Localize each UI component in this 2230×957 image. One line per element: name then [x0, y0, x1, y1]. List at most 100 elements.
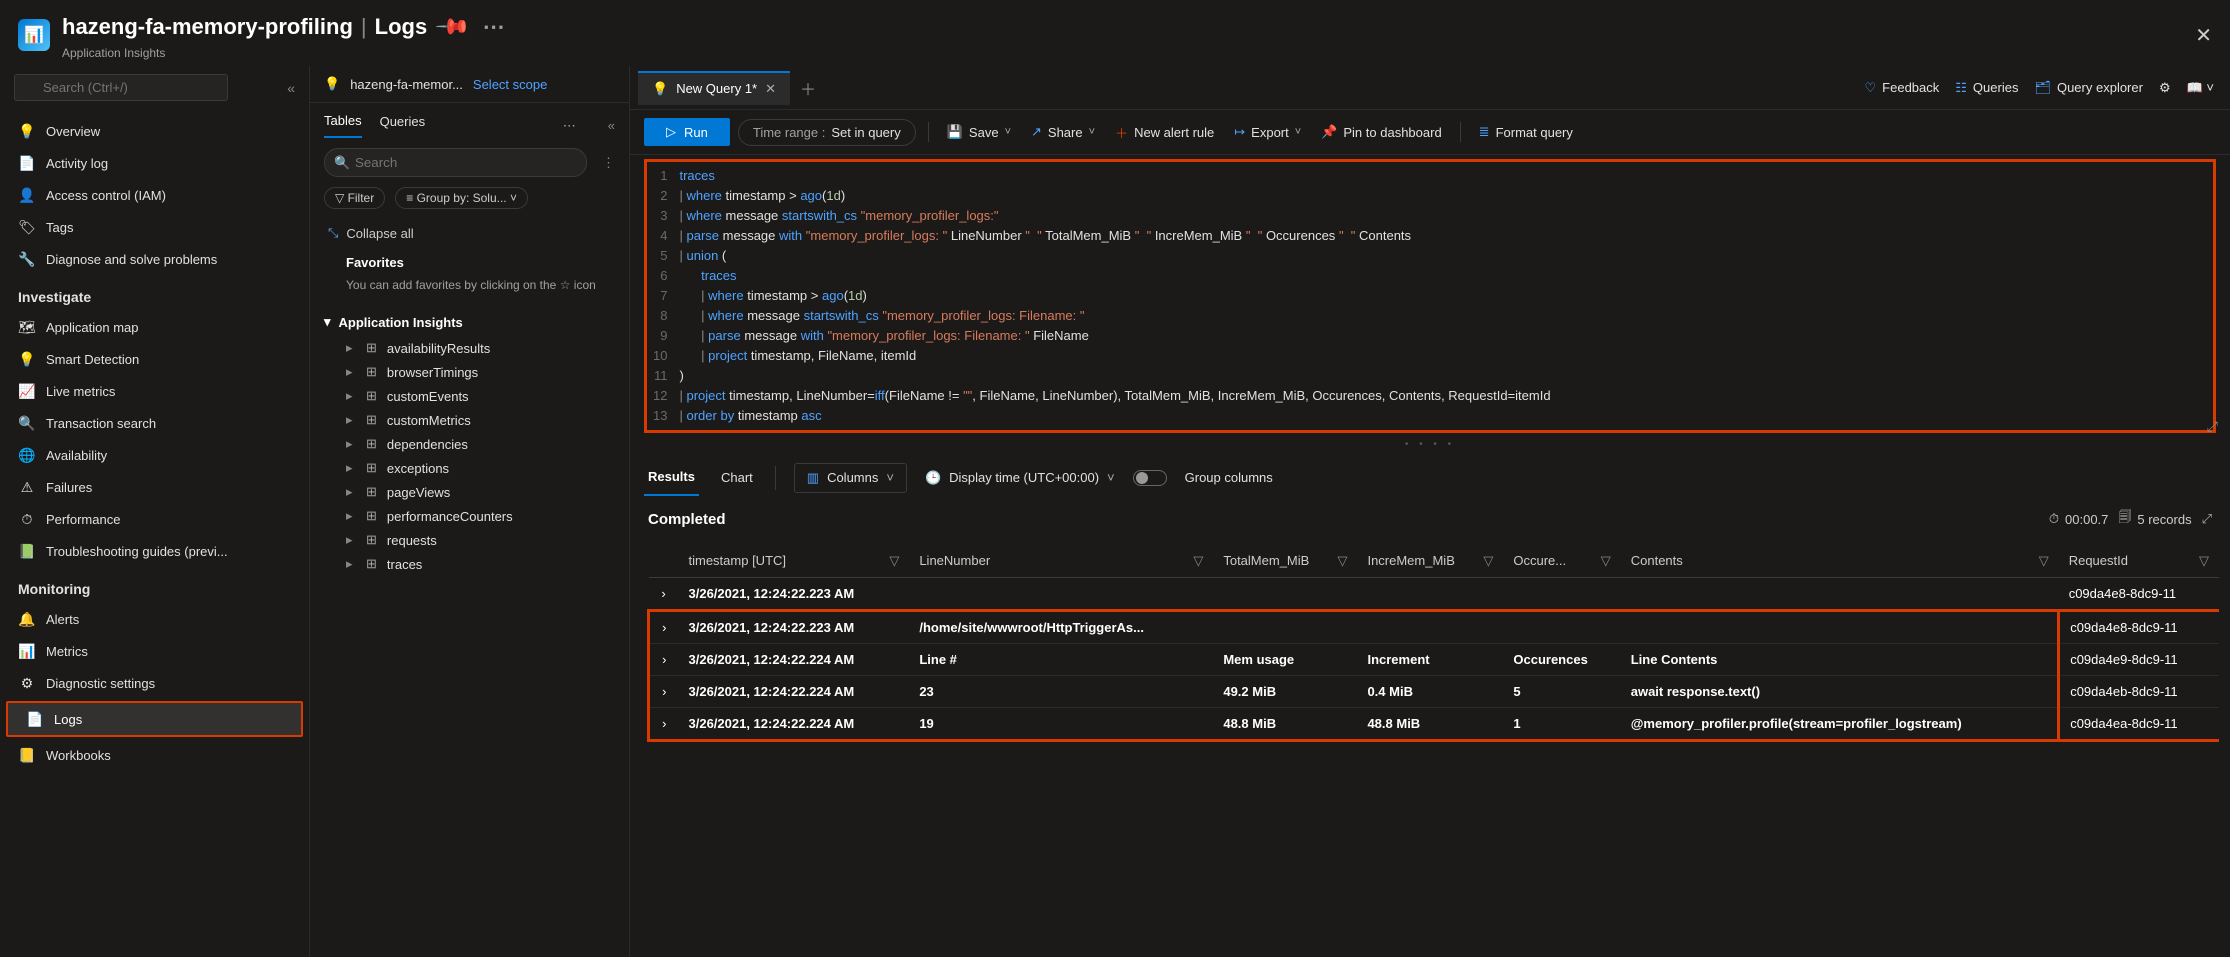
panel-collapse-icon[interactable]: «: [608, 118, 615, 133]
table-row[interactable]: ›3/26/2021, 12:24:22.223 AM/home/site/ww…: [649, 611, 2220, 644]
filter-icon[interactable]: ▽: [1601, 553, 1611, 569]
expand-editor-icon[interactable]: ⤢: [2207, 418, 2218, 435]
cell: [1213, 578, 1357, 611]
sidebar-item[interactable]: 🏷Tags: [0, 211, 309, 243]
expand-row-icon[interactable]: ›: [649, 644, 679, 676]
columns-button[interactable]: ▥Columns˅: [794, 463, 907, 493]
filter-icon[interactable]: ▽: [889, 553, 899, 569]
table-item[interactable]: ▸⊞availabilityResults: [310, 336, 629, 360]
table-item[interactable]: ▸⊞requests: [310, 528, 629, 552]
chevron-expand-icon[interactable]: ⤢: [2202, 511, 2212, 527]
tab-close-icon[interactable]: ✕: [765, 81, 776, 97]
search-more-icon[interactable]: ⋮: [602, 155, 615, 171]
column-header[interactable]: RequestId▽: [2059, 545, 2219, 578]
sidebar-item[interactable]: 🗺Application map: [0, 311, 309, 343]
table-item[interactable]: ▸⊞customMetrics: [310, 408, 629, 432]
sidebar-item[interactable]: 🔔Alerts: [0, 603, 309, 635]
select-scope-link[interactable]: Select scope: [473, 77, 547, 92]
filter-pill[interactable]: ▽ Filter: [324, 187, 385, 209]
table-row[interactable]: ›3/26/2021, 12:24:22.224 AMLine #Mem usa…: [649, 644, 2220, 676]
tab-more-icon[interactable]: ⋯: [563, 118, 576, 134]
pin-icon: 📌: [1321, 124, 1337, 140]
sidebar-item[interactable]: 📊Metrics: [0, 635, 309, 667]
table-item[interactable]: ▸⊞performanceCounters: [310, 504, 629, 528]
table-row[interactable]: ›3/26/2021, 12:24:22.223 AMc09da4e8-8dc9…: [649, 578, 2220, 611]
column-header[interactable]: Contents▽: [1621, 545, 2059, 578]
sidebar-item[interactable]: 📄Activity log: [0, 147, 309, 179]
pin-button[interactable]: 📌Pin to dashboard: [1315, 120, 1447, 144]
export-icon: ↦: [1234, 124, 1245, 140]
table-item[interactable]: ▸⊞traces: [310, 552, 629, 576]
sidebar-item[interactable]: 💡Overview: [0, 115, 309, 147]
format-button[interactable]: ≣Format query: [1473, 120, 1579, 144]
column-header[interactable]: LineNumber▽: [909, 545, 1213, 578]
nav-label: Diagnose and solve problems: [46, 252, 217, 267]
cell: [1357, 611, 1503, 644]
tab-queries[interactable]: Queries: [380, 114, 426, 137]
sidebar-item[interactable]: 📗Troubleshooting guides (previ...: [0, 535, 309, 567]
table-item[interactable]: ▸⊞exceptions: [310, 456, 629, 480]
column-header[interactable]: Occure...▽: [1503, 545, 1620, 578]
tables-search-input[interactable]: [324, 148, 587, 177]
filter-icon[interactable]: ▽: [1193, 553, 1203, 569]
table-row[interactable]: ›3/26/2021, 12:24:22.224 AM2349.2 MiB0.4…: [649, 676, 2220, 708]
cell: c09da4ea-8dc9-11: [2059, 708, 2219, 741]
sidebar-item[interactable]: 🔍Transaction search: [0, 407, 309, 439]
query-explorer-link[interactable]: 🗂Query explorer: [2026, 76, 2151, 100]
tab-results[interactable]: Results: [644, 459, 699, 496]
sidebar-search-input[interactable]: [14, 74, 228, 101]
splitter-handle[interactable]: • • • •: [630, 439, 2230, 451]
filter-icon[interactable]: ▽: [1337, 553, 1347, 569]
expand-row-icon[interactable]: ›: [649, 578, 679, 611]
filter-icon[interactable]: ▽: [2039, 553, 2049, 569]
sidebar-item[interactable]: 💡Smart Detection: [0, 343, 309, 375]
more-icon[interactable]: ⋯: [479, 10, 509, 44]
expand-row-icon[interactable]: ›: [649, 676, 679, 708]
save-button[interactable]: 💾Save˅: [941, 120, 1017, 144]
query-tab[interactable]: 💡 New Query 1* ✕: [638, 71, 790, 105]
queries-link[interactable]: ☷Queries: [1947, 76, 2026, 100]
add-tab-button[interactable]: ＋: [794, 76, 822, 100]
settings-icon[interactable]: ⚙: [2151, 76, 2179, 100]
feedback-link[interactable]: ♡Feedback: [1857, 76, 1948, 100]
table-row[interactable]: ›3/26/2021, 12:24:22.224 AM1948.8 MiB48.…: [649, 708, 2220, 741]
time-range-pill[interactable]: Time range : Set in query: [738, 119, 916, 146]
export-button[interactable]: ↦Export˅: [1228, 120, 1307, 144]
filter-icon[interactable]: ▽: [2199, 553, 2209, 569]
table-item[interactable]: ▸⊞customEvents: [310, 384, 629, 408]
new-alert-button[interactable]: ＋New alert rule: [1109, 119, 1220, 146]
sidebar-item[interactable]: ⚠Failures: [0, 471, 309, 503]
expand-row-icon[interactable]: ›: [649, 708, 679, 741]
table-item[interactable]: ▸⊞pageViews: [310, 480, 629, 504]
sidebar-collapse-icon[interactable]: «: [287, 80, 295, 96]
table-item[interactable]: ▸⊞dependencies: [310, 432, 629, 456]
sidebar-item[interactable]: 📒Workbooks: [0, 739, 309, 771]
sidebar-item[interactable]: ⏱Performance: [0, 503, 309, 535]
close-icon[interactable]: ✕: [2195, 23, 2212, 48]
display-time-button[interactable]: 🕒Display time (UTC+00:00)˅: [925, 470, 1115, 486]
column-header[interactable]: TotalMem_MiB▽: [1213, 545, 1357, 578]
table-item[interactable]: ▸⊞browserTimings: [310, 360, 629, 384]
pin-icon[interactable]: 📌: [435, 10, 470, 44]
sidebar-item[interactable]: 📈Live metrics: [0, 375, 309, 407]
column-header[interactable]: IncreMem_MiB▽: [1357, 545, 1503, 578]
groupby-pill[interactable]: ≡ Group by: Solu... ˅: [395, 187, 528, 209]
query-editor[interactable]: 12345678910111213 traces| where timestam…: [649, 164, 2211, 428]
book-icon[interactable]: 📖 ˅: [2179, 76, 2222, 100]
plus-icon: ＋: [1115, 123, 1128, 142]
sidebar-item[interactable]: 📄Logs: [8, 703, 301, 735]
tab-chart[interactable]: Chart: [717, 460, 757, 495]
column-header[interactable]: timestamp [UTC]▽: [679, 545, 910, 578]
sidebar-item[interactable]: 👤Access control (IAM): [0, 179, 309, 211]
tab-tables[interactable]: Tables: [324, 113, 362, 138]
filter-icon[interactable]: ▽: [1483, 553, 1493, 569]
share-button[interactable]: ↗Share˅: [1025, 120, 1101, 144]
sidebar-item[interactable]: 🔧Diagnose and solve problems: [0, 243, 309, 275]
sidebar-item[interactable]: ⚙Diagnostic settings: [0, 667, 309, 699]
expand-row-icon[interactable]: ›: [649, 611, 679, 644]
sidebar-item[interactable]: 🌐Availability: [0, 439, 309, 471]
collapse-all-link[interactable]: ⤡ Collapse all: [310, 215, 629, 251]
group-columns-toggle[interactable]: [1133, 470, 1167, 486]
run-button[interactable]: ▷Run: [644, 118, 730, 146]
tree-group-app-insights[interactable]: ▾ Application Insights: [310, 308, 629, 336]
